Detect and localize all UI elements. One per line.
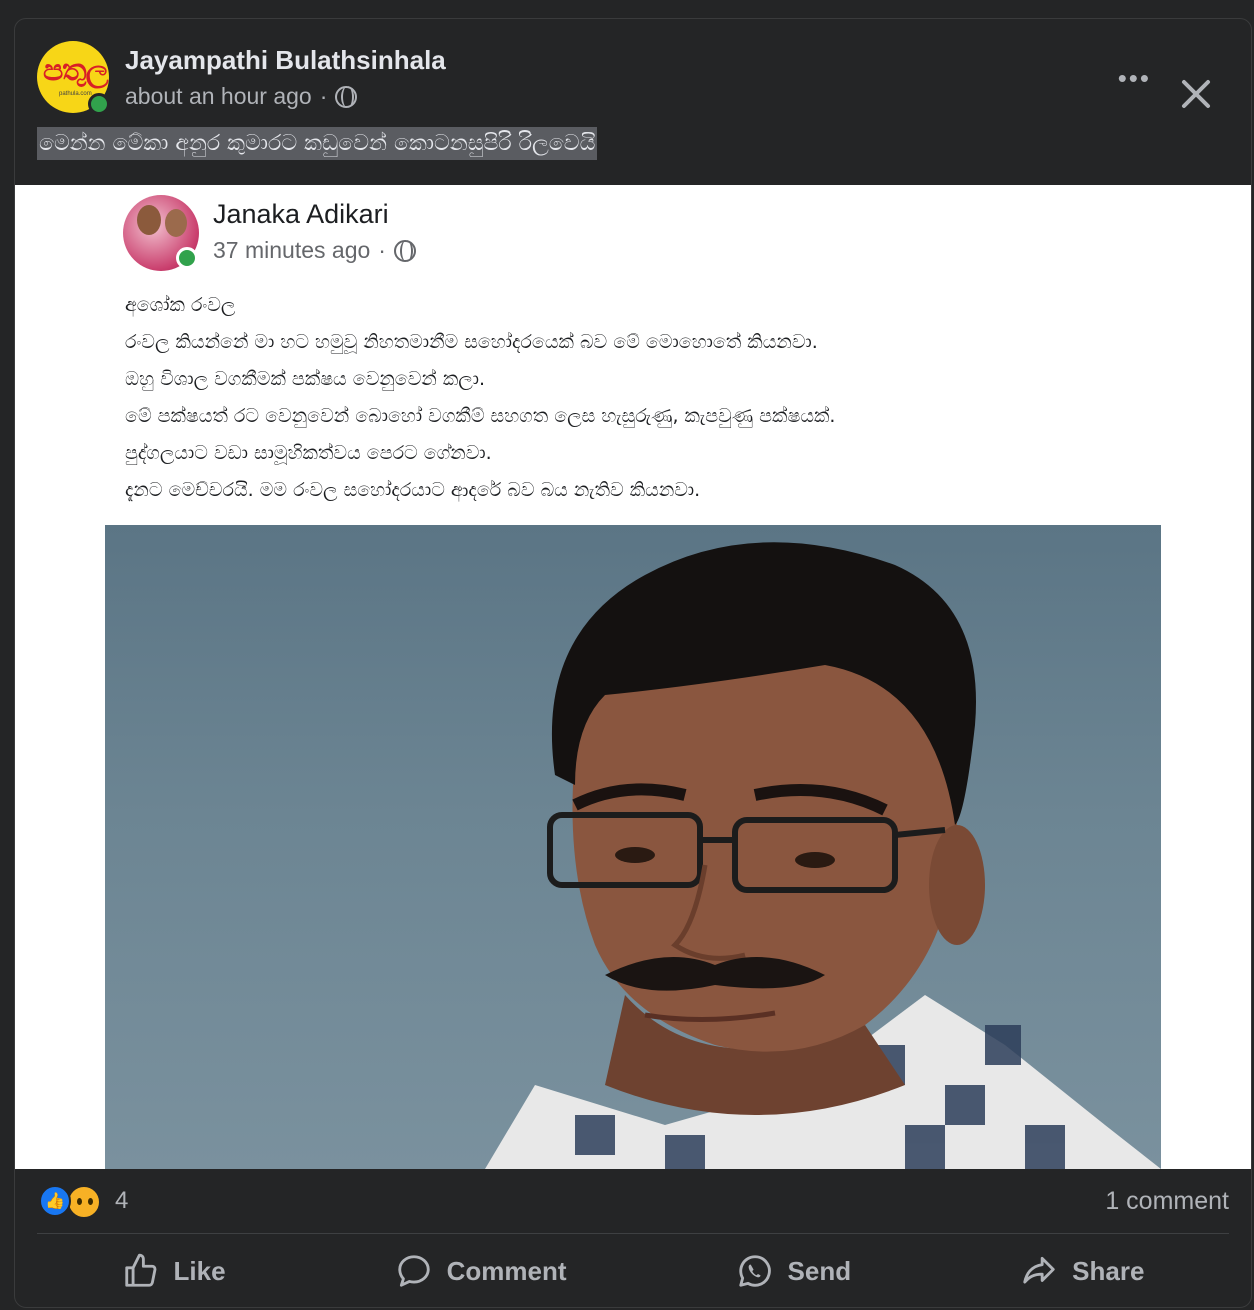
online-status-icon — [88, 93, 110, 115]
shared-post-time: 37 minutes ago — [213, 237, 371, 263]
post-time[interactable]: about an hour ago — [125, 83, 312, 110]
avatar-face-1 — [137, 205, 161, 235]
reaction-count[interactable]: 4 — [115, 1187, 128, 1215]
author-name[interactable]: Jayampathi Bulathsinhala — [125, 45, 446, 76]
post-caption: මෙන්න මේකා අනුර කුමාරට කඩුවෙන් කොටනසුපිර… — [37, 127, 598, 160]
post-card: පතුල pathula.com Jayampathi Bulathsinhal… — [14, 18, 1252, 1308]
sad-reaction-icon[interactable] — [67, 1185, 101, 1219]
shared-meta-separator: · — [378, 237, 386, 263]
portrait-photo — [105, 525, 1161, 1169]
like-label: Like — [173, 1255, 226, 1286]
globe-icon[interactable] — [335, 85, 358, 108]
avatar-logo-subtext: pathula.com — [59, 91, 92, 97]
thumbs-up-icon — [124, 1253, 156, 1287]
share-arrow-icon — [1023, 1256, 1055, 1284]
send-label: Send — [787, 1255, 852, 1286]
shared-text-line: දැනට මෙච්චරයි. මම රංවල සහෝදරයාට ආදරේ බව … — [125, 479, 701, 501]
share-label: Share — [1072, 1255, 1145, 1286]
like-reaction-icon[interactable]: 👍 — [39, 1185, 71, 1217]
post-meta: about an hour ago · — [125, 83, 358, 110]
shared-online-status-icon — [176, 247, 198, 269]
shared-screenshot-image[interactable]: Janaka Adikari 37 minutes ago · අශෝක රංව… — [15, 185, 1251, 1169]
like-button[interactable]: Like — [104, 1246, 244, 1296]
shared-post-meta: 37 minutes ago · — [213, 237, 416, 264]
send-button[interactable]: Send — [718, 1246, 870, 1296]
more-options-button[interactable]: ••• — [1118, 65, 1151, 91]
comment-label: Comment — [446, 1255, 567, 1286]
shared-text-line: රංවල කියන්නේ මා හට හමුවූ නිහතමානීම සහෝදර… — [125, 331, 818, 353]
portrait-illustration — [485, 542, 1161, 1169]
meta-separator: · — [319, 83, 328, 109]
shared-text-line: අශෝක රංවල — [125, 294, 236, 316]
share-button[interactable]: Share — [1002, 1246, 1162, 1296]
avatar-logo-text: පතුල — [43, 53, 109, 88]
shared-author-name: Janaka Adikari — [213, 199, 389, 229]
shared-post-text: අශෝක රංවල රංවල කියන්නේ මා හට හමුවූ නිහතම… — [125, 287, 1125, 509]
avatar-face-2 — [165, 209, 187, 237]
shared-text-line: පුද්ගලයාට වඩා සාමූහිකත්වය පෙරට ගේනවා. — [125, 442, 492, 464]
comment-bubble-icon — [397, 1255, 430, 1287]
whatsapp-icon — [738, 1255, 771, 1287]
comment-count[interactable]: 1 comment — [1105, 1187, 1229, 1216]
post-stats: 👍 4 1 comment — [37, 1183, 1229, 1223]
shared-globe-icon — [393, 239, 416, 262]
post-actions: Like Comment Send Share — [37, 1241, 1229, 1301]
shared-text-line: මේ පක්ෂයත් රට වෙනුවෙන් බොහෝ වගකීම් සහගත … — [125, 405, 836, 427]
close-button[interactable] — [1179, 77, 1213, 111]
actions-divider — [37, 1233, 1229, 1234]
comment-button[interactable]: Comment — [377, 1246, 585, 1296]
post-header: පතුල pathula.com Jayampathi Bulathsinhal… — [37, 41, 1251, 121]
more-options-icon: ••• — [1117, 63, 1151, 93]
shared-text-line: ඔහු විශාල වගකීමක් පක්ෂය වෙනුවෙන් කලා. — [125, 368, 486, 390]
